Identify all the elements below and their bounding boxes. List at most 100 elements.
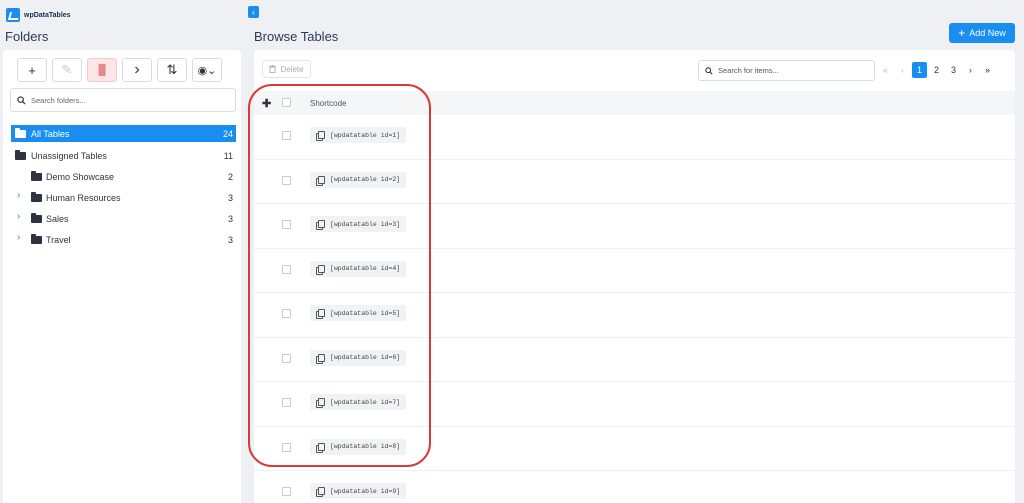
chevron-right-icon: › bbox=[134, 61, 140, 78]
folder-label: All Tables bbox=[31, 128, 70, 139]
last-page-icon[interactable]: » bbox=[980, 62, 995, 78]
folder-item-demo-showcase[interactable]: Demo Showcase 2 bbox=[11, 166, 236, 187]
shortcode-chip[interactable]: [wpdatatable id=2] bbox=[310, 171, 407, 188]
tables-panel: Delete « ‹ 1 2 3 › » ✚ Shortcode [wpdata… bbox=[254, 50, 1015, 503]
plus-icon: + bbox=[28, 62, 36, 78]
brand-name: wpDataTables bbox=[24, 11, 71, 19]
table-header: ✚ Shortcode bbox=[254, 91, 1015, 115]
folder-item-sales[interactable]: › Sales 3 bbox=[11, 208, 236, 229]
column-header-shortcode[interactable]: Shortcode bbox=[310, 99, 346, 108]
folder-label: Unassigned Tables bbox=[31, 150, 107, 161]
add-folder-button[interactable]: + bbox=[17, 58, 47, 82]
row-checkbox[interactable] bbox=[282, 353, 291, 363]
row-checkbox[interactable] bbox=[282, 442, 291, 452]
shortcode-text: [wpdatatable id=9] bbox=[330, 487, 401, 495]
table-row: [wpdatatable id=4] bbox=[254, 249, 1015, 293]
shortcode-chip[interactable]: [wpdatatable id=7] bbox=[310, 394, 407, 410]
chevron-right-icon[interactable]: › bbox=[17, 232, 27, 243]
search-items-input[interactable] bbox=[718, 66, 868, 75]
table-row: [wpdatatable id=1] bbox=[254, 115, 1015, 160]
chevron-right-icon[interactable]: › bbox=[17, 190, 27, 201]
move-icon[interactable]: ✚ bbox=[262, 97, 271, 110]
row-checkbox[interactable] bbox=[282, 220, 291, 229]
copy-icon[interactable] bbox=[316, 398, 325, 408]
shortcode-chip[interactable]: [wpdatatable id=6] bbox=[310, 349, 407, 366]
shortcode-text: [wpdatatable id=6] bbox=[330, 354, 401, 361]
chevron-right-icon[interactable]: › bbox=[17, 211, 27, 222]
folder-icon bbox=[15, 128, 26, 138]
folders-title: Folders bbox=[5, 29, 49, 44]
row-checkbox[interactable] bbox=[282, 309, 291, 318]
delete-label: Delete bbox=[280, 64, 304, 74]
shortcode-chip[interactable]: [wpdatatable id=4] bbox=[310, 260, 407, 277]
folder-label: Demo Showcase bbox=[46, 171, 115, 182]
sort-folders-button[interactable]: ⇅ bbox=[157, 58, 187, 82]
shortcode-text: [wpdatatable id=7] bbox=[330, 398, 401, 406]
page-1[interactable]: 1 bbox=[912, 62, 927, 78]
select-all-checkbox[interactable] bbox=[282, 98, 291, 107]
copy-icon[interactable] bbox=[316, 175, 325, 186]
search-folders-input[interactable] bbox=[31, 95, 221, 105]
folder-label: Human Resources bbox=[46, 192, 121, 203]
shortcode-chip[interactable]: [wpdatatable id=5] bbox=[310, 305, 407, 321]
eye-icon: ◉⌄ bbox=[197, 64, 217, 77]
collapse-sidebar-button[interactable]: ‹ bbox=[248, 6, 259, 18]
copy-icon[interactable] bbox=[316, 220, 325, 230]
shortcode-text: [wpdatatable id=4] bbox=[330, 265, 401, 272]
edit-folder-button[interactable]: ✎ bbox=[52, 58, 82, 82]
row-checkbox[interactable] bbox=[282, 131, 291, 140]
move-folder-button[interactable]: › bbox=[122, 58, 152, 82]
next-page-icon[interactable]: › bbox=[963, 62, 978, 78]
sort-icon: ⇅ bbox=[166, 62, 178, 77]
shortcode-text: [wpdatatable id=3] bbox=[330, 220, 401, 228]
folders-panel: + ✎ █ › ⇅ ◉⌄ All Tables 24 Unassigned Ta… bbox=[3, 50, 241, 503]
copy-icon[interactable] bbox=[316, 487, 325, 497]
copy-icon[interactable] bbox=[316, 442, 325, 453]
row-checkbox[interactable] bbox=[282, 264, 291, 274]
copy-icon[interactable] bbox=[316, 353, 325, 364]
folder-item-travel[interactable]: › Travel 3 bbox=[11, 229, 236, 250]
folder-icon bbox=[31, 213, 42, 223]
row-checkbox[interactable] bbox=[282, 487, 291, 496]
search-icon bbox=[705, 66, 713, 75]
folder-count: 3 bbox=[227, 213, 233, 224]
page-2[interactable]: 2 bbox=[929, 62, 944, 78]
folder-icon bbox=[31, 192, 42, 202]
view-options-button[interactable]: ◉⌄ bbox=[192, 58, 222, 82]
shortcode-text: [wpdatatable id=1] bbox=[330, 131, 401, 139]
folder-count: 2 bbox=[227, 171, 233, 182]
shortcode-chip[interactable]: [wpdatatable id=8] bbox=[310, 438, 407, 455]
shortcode-text: [wpdatatable id=2] bbox=[330, 176, 401, 183]
add-new-button[interactable]: + Add New bbox=[949, 23, 1015, 43]
page-3[interactable]: 3 bbox=[946, 62, 961, 78]
shortcode-chip[interactable]: [wpdatatable id=1] bbox=[310, 127, 407, 143]
items-search bbox=[698, 60, 875, 81]
folder-label: Travel bbox=[46, 234, 71, 245]
prev-page-icon[interactable]: ‹ bbox=[895, 62, 910, 78]
table-rows: [wpdatatable id=1] [wpdatatable id=2] [w… bbox=[254, 115, 1015, 503]
copy-icon[interactable] bbox=[316, 309, 325, 319]
folder-icon bbox=[31, 171, 42, 181]
folder-item-all-tables[interactable]: All Tables 24 bbox=[11, 125, 236, 142]
bulk-delete-button[interactable]: Delete bbox=[262, 60, 311, 78]
folder-count: 3 bbox=[227, 234, 233, 245]
folder-search bbox=[10, 88, 236, 112]
shortcode-chip[interactable]: [wpdatatable id=9] bbox=[310, 483, 407, 499]
folder-label: Sales bbox=[46, 213, 69, 224]
delete-folder-button[interactable]: █ bbox=[87, 58, 117, 82]
first-page-icon[interactable]: « bbox=[878, 62, 893, 78]
trash-icon: █ bbox=[98, 64, 106, 76]
folder-item-human-resources[interactable]: › Human Resources 3 bbox=[11, 187, 236, 208]
copy-icon[interactable] bbox=[316, 131, 325, 141]
shortcode-text: [wpdatatable id=5] bbox=[330, 309, 401, 317]
folder-list: All Tables 24 Unassigned Tables 11 Demo … bbox=[11, 125, 236, 250]
row-checkbox[interactable] bbox=[282, 175, 291, 185]
trash-icon bbox=[269, 65, 277, 73]
shortcode-chip[interactable]: [wpdatatable id=3] bbox=[310, 216, 407, 232]
table-row: [wpdatatable id=3] bbox=[254, 204, 1015, 249]
copy-icon[interactable] bbox=[316, 264, 325, 275]
row-checkbox[interactable] bbox=[282, 398, 291, 407]
table-row: [wpdatatable id=7] bbox=[254, 382, 1015, 427]
edit-icon: ✎ bbox=[61, 62, 73, 77]
folder-item-unassigned-tables[interactable]: Unassigned Tables 11 bbox=[11, 145, 236, 166]
